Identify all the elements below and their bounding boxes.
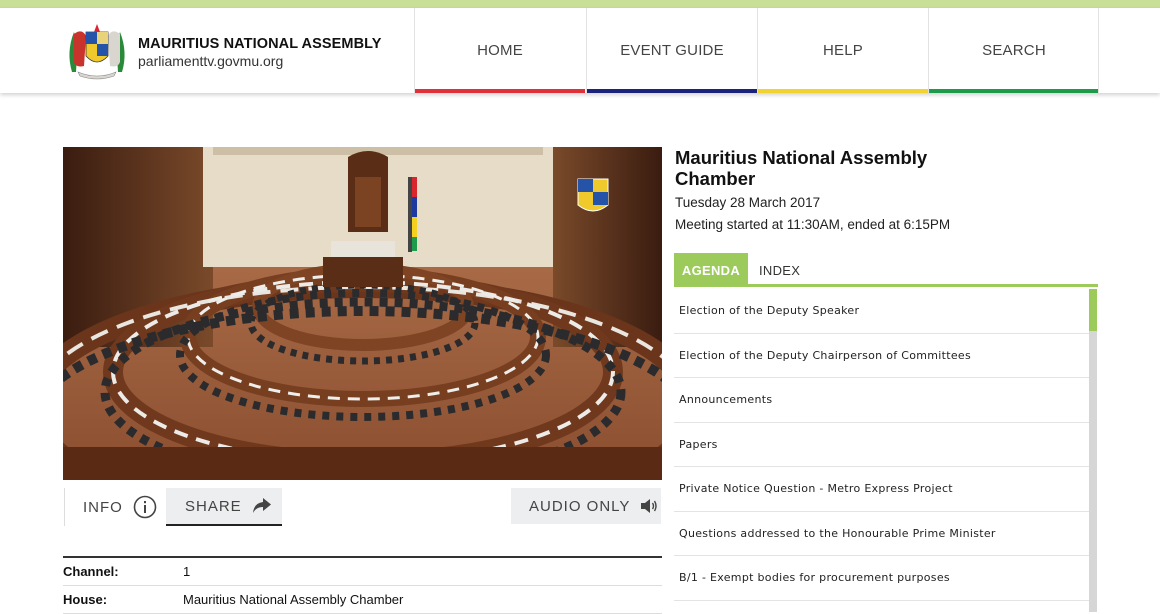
meta-row-house: House: Mauritius National Assembly Chamb… [63, 586, 662, 614]
audio-only-label: AUDIO ONLY [529, 497, 631, 515]
agenda-list: Election of the Deputy Speaker Election … [674, 289, 1089, 612]
meta-key: House: [63, 592, 108, 607]
tab-agenda[interactable]: AGENDA [674, 253, 748, 287]
nav-home-label: HOME [477, 42, 523, 59]
site-header: MAURITIUS NATIONAL ASSEMBLY parliamenttv… [0, 8, 1160, 93]
agenda-item[interactable]: Election of the Deputy Speaker [674, 289, 1089, 334]
agenda-item[interactable]: B/1 - Exempt bodies for procurement purp… [674, 556, 1089, 601]
nav-search-label: SEARCH [982, 42, 1046, 59]
event-date: Tuesday 28 March 2017 [675, 195, 821, 210]
nav-home[interactable]: HOME [414, 8, 585, 93]
meta-row-channel: Channel: 1 [63, 558, 662, 586]
event-time: Meeting started at 11:30AM, ended at 6:1… [675, 217, 951, 232]
speaker-icon [641, 499, 658, 513]
site-url[interactable]: parliamenttv.govmu.org [138, 53, 283, 69]
info-button[interactable]: INFO [64, 488, 164, 526]
agenda-item[interactable]: Announcements [674, 378, 1089, 423]
agenda-tabs: AGENDA INDEX [674, 253, 1098, 287]
agenda-item[interactable]: Election of the Deputy Chairperson of Co… [674, 334, 1089, 378]
share-button[interactable]: SHARE [166, 488, 282, 526]
coat-of-arms-logo[interactable] [64, 22, 130, 80]
audio-only-button[interactable]: AUDIO ONLY [511, 488, 661, 524]
agenda-scrollbar-thumb[interactable] [1089, 289, 1097, 331]
event-title: Mauritius National Assembly Chamber [675, 147, 928, 189]
video-player[interactable] [63, 147, 662, 480]
agenda-item[interactable]: Questions addressed to the Honourable Pr… [674, 512, 1089, 556]
share-arrow-icon [252, 498, 271, 513]
top-accent-bar [0, 0, 1160, 8]
info-icon [133, 495, 157, 519]
player-controls: INFO SHARE AUDIO ONLY [63, 488, 662, 528]
nav-search[interactable]: SEARCH [928, 8, 1099, 93]
nav-search-color-bar [929, 89, 1099, 93]
nav-help-color-bar [758, 89, 928, 93]
nav-home-color-bar [415, 89, 585, 93]
nav-event-guide-color-bar [587, 89, 757, 93]
share-label: SHARE [185, 497, 242, 515]
tab-index[interactable]: INDEX [759, 253, 800, 287]
agenda-item[interactable]: Papers [674, 423, 1089, 467]
info-label: INFO [83, 498, 123, 516]
agenda-item[interactable]: Private Notice Question - Metro Express … [674, 467, 1089, 512]
meta-value: Mauritius National Assembly Chamber [183, 592, 404, 607]
event-metadata-table: Channel: 1 House: Mauritius National Ass… [63, 556, 662, 614]
nav-event-guide[interactable]: EVENT GUIDE [586, 8, 757, 93]
agenda-scrollbar[interactable] [1089, 289, 1097, 612]
chamber-video-frame [63, 147, 662, 480]
nav-event-guide-label: EVENT GUIDE [620, 42, 724, 59]
nav-help-label: HELP [823, 42, 863, 59]
nav-help[interactable]: HELP [757, 8, 928, 93]
meta-key: Channel: [63, 564, 119, 579]
meta-value: 1 [183, 564, 191, 579]
site-title[interactable]: MAURITIUS NATIONAL ASSEMBLY [138, 36, 382, 52]
nav-divider [1098, 8, 1099, 93]
